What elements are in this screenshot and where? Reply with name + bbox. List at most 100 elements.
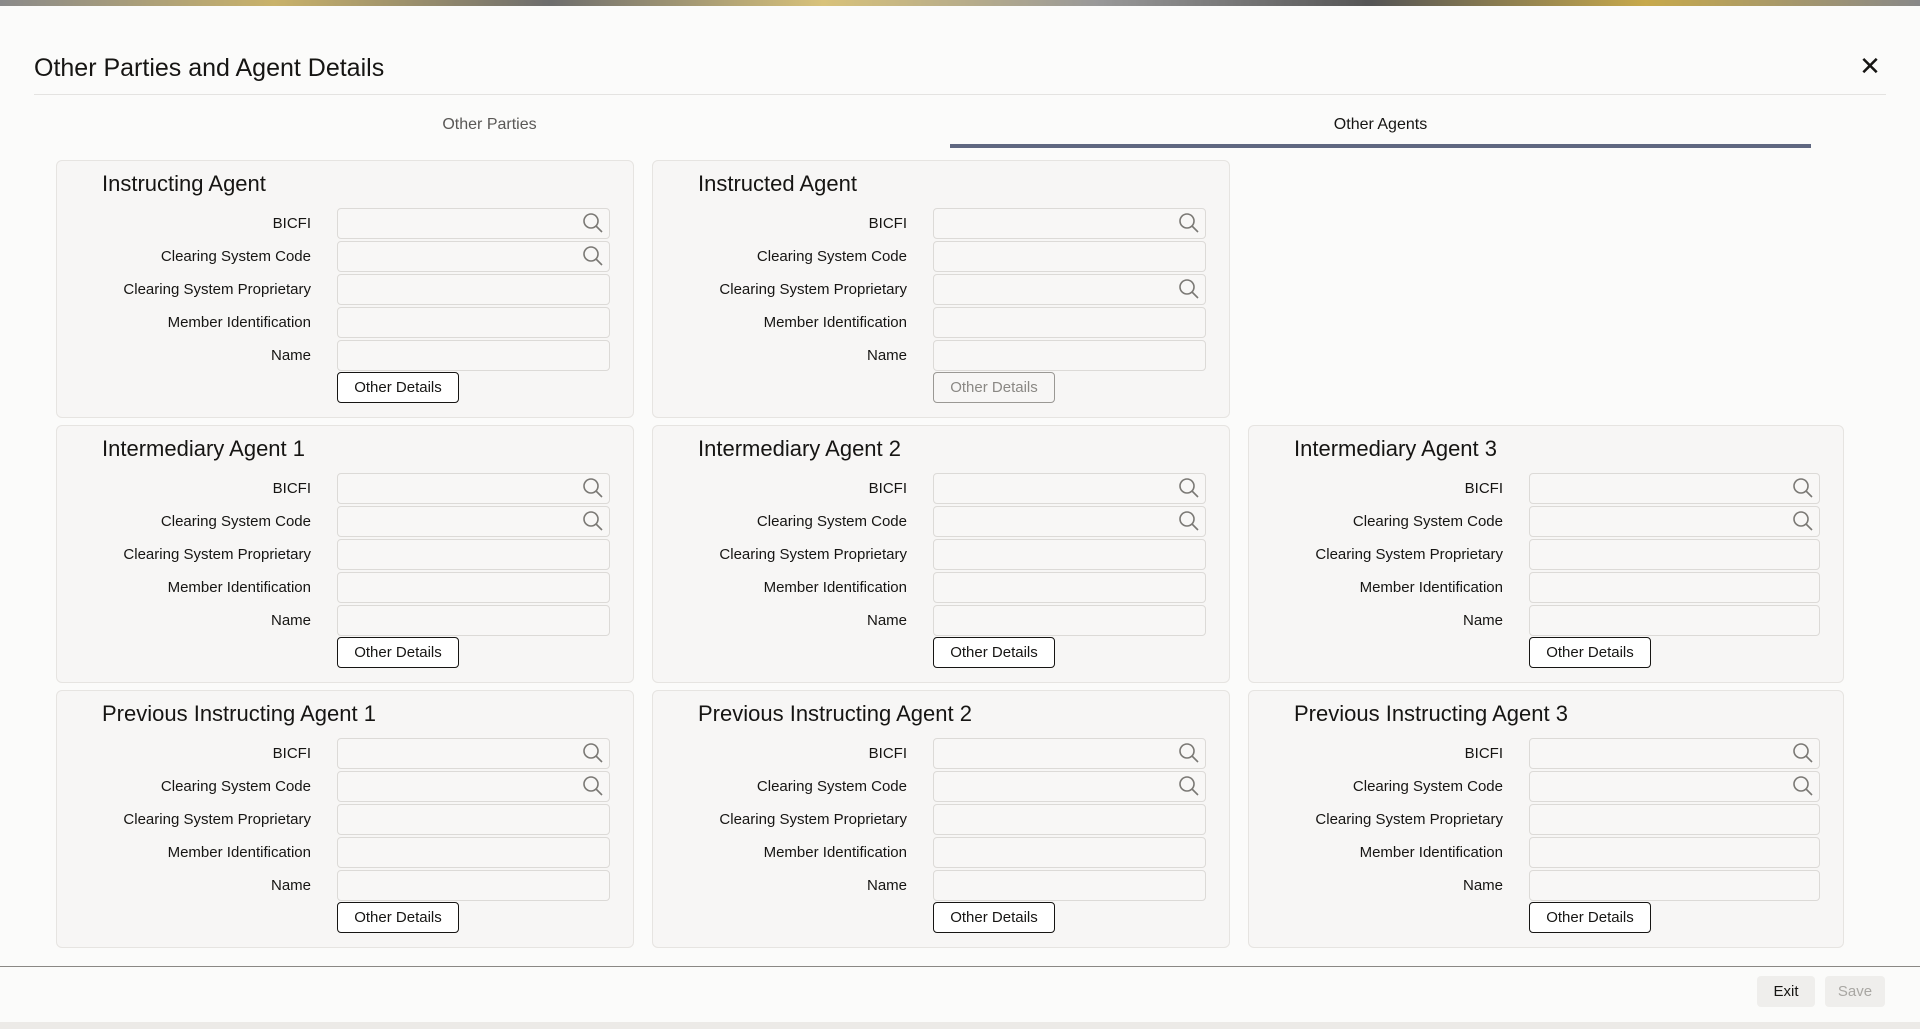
search-icon[interactable]: [1178, 278, 1200, 300]
other-details-button[interactable]: Other Details: [933, 902, 1055, 933]
field-input[interactable]: [337, 771, 610, 802]
field-input[interactable]: [933, 274, 1206, 305]
field-input[interactable]: [933, 241, 1206, 272]
field-input[interactable]: [337, 572, 610, 603]
agent-panel: Instructed Agent BICFI Clearing System Cod…: [652, 160, 1230, 418]
field-input[interactable]: [1529, 473, 1820, 504]
field-label: Clearing System Code: [160, 513, 311, 530]
panel-title: Instructing Agent: [102, 171, 266, 196]
field-label: Clearing System Code: [1352, 778, 1503, 795]
field-label: BICFI: [868, 480, 907, 497]
field-input[interactable]: [337, 340, 610, 371]
field-input[interactable]: [933, 804, 1206, 835]
field-input[interactable]: [337, 738, 610, 769]
search-icon[interactable]: [1792, 477, 1814, 499]
search-icon[interactable]: [1792, 775, 1814, 797]
field-label: BICFI: [272, 480, 311, 497]
agent-panel: Previous Instructing Agent 3 BICFI Clearin…: [1248, 690, 1844, 948]
field-label: Clearing System Proprietary: [719, 811, 907, 828]
field-label: Clearing System Code: [160, 778, 311, 795]
search-icon[interactable]: [1178, 212, 1200, 234]
field-input[interactable]: [1529, 605, 1820, 636]
field-input[interactable]: [933, 473, 1206, 504]
other-details-button[interactable]: Other Details: [337, 637, 459, 668]
field-label: Name: [866, 347, 907, 364]
field-input[interactable]: [933, 771, 1206, 802]
field-input[interactable]: [1529, 572, 1820, 603]
field-input[interactable]: [337, 605, 610, 636]
search-icon[interactable]: [582, 212, 604, 234]
field-input[interactable]: [933, 506, 1206, 537]
exit-button[interactable]: Exit: [1757, 976, 1815, 1007]
search-icon[interactable]: [582, 477, 604, 499]
other-details-button[interactable]: Other Details: [337, 372, 459, 403]
field-label: Clearing System Code: [1352, 513, 1503, 530]
field-input[interactable]: [1529, 506, 1820, 537]
field-label: BICFI: [868, 745, 907, 762]
field-input[interactable]: [933, 340, 1206, 371]
field-label: Member Identification: [763, 579, 907, 596]
field-label: Member Identification: [167, 314, 311, 331]
field-input[interactable]: [337, 473, 610, 504]
field-input[interactable]: [337, 804, 610, 835]
search-icon[interactable]: [1178, 510, 1200, 532]
field-input[interactable]: [337, 837, 610, 868]
search-icon[interactable]: [1178, 477, 1200, 499]
field-input[interactable]: [337, 307, 610, 338]
field-input[interactable]: [933, 572, 1206, 603]
close-icon[interactable]: ✕: [1856, 52, 1884, 80]
field-label: Name: [1462, 877, 1503, 894]
search-icon[interactable]: [582, 245, 604, 267]
search-icon[interactable]: [582, 775, 604, 797]
other-details-button[interactable]: Other Details: [337, 902, 459, 933]
field-label: Member Identification: [1359, 844, 1503, 861]
other-details-button[interactable]: Other Details: [1529, 637, 1651, 668]
tab-other-agents[interactable]: Other Agents: [950, 116, 1811, 148]
panel-title: Previous Instructing Agent 3: [1294, 701, 1568, 726]
field-label: Clearing System Proprietary: [123, 811, 311, 828]
field-input[interactable]: [933, 539, 1206, 570]
field-input[interactable]: [1529, 804, 1820, 835]
panel-title: Intermediary Agent 3: [1294, 436, 1498, 461]
field-label: BICFI: [868, 215, 907, 232]
search-icon[interactable]: [1792, 510, 1814, 532]
field-input[interactable]: [1529, 539, 1820, 570]
field-input[interactable]: [1529, 738, 1820, 769]
field-input[interactable]: [337, 506, 610, 537]
other-details-button[interactable]: Other Details: [1529, 902, 1651, 933]
field-input[interactable]: [337, 241, 610, 272]
agent-panel: Intermediary Agent 3 BICFI Clearing System…: [1248, 425, 1844, 683]
search-icon[interactable]: [1792, 742, 1814, 764]
tab-other-parties[interactable]: Other Parties: [59, 116, 920, 148]
search-icon[interactable]: [582, 510, 604, 532]
search-icon[interactable]: [582, 742, 604, 764]
field-input[interactable]: [933, 837, 1206, 868]
field-input[interactable]: [337, 870, 610, 901]
field-input[interactable]: [933, 605, 1206, 636]
save-button[interactable]: Save: [1825, 976, 1885, 1007]
field-input[interactable]: [337, 274, 610, 305]
field-input[interactable]: [933, 208, 1206, 239]
search-icon[interactable]: [1178, 742, 1200, 764]
panel-title: Intermediary Agent 2: [698, 436, 902, 461]
other-details-button[interactable]: Other Details: [933, 372, 1055, 403]
other-details-button[interactable]: Other Details: [933, 637, 1055, 668]
panel-title: Instructed Agent: [698, 171, 857, 196]
field-input[interactable]: [933, 870, 1206, 901]
agent-panel: Intermediary Agent 1 BICFI Clearing System…: [56, 425, 634, 683]
field-label: Name: [270, 347, 311, 364]
field-label: BICFI: [272, 215, 311, 232]
field-input[interactable]: [1529, 771, 1820, 802]
search-icon[interactable]: [1178, 775, 1200, 797]
field-label: BICFI: [1464, 480, 1503, 497]
field-input[interactable]: [933, 307, 1206, 338]
field-input[interactable]: [1529, 837, 1820, 868]
field-input[interactable]: [337, 208, 610, 239]
field-label: Clearing System Proprietary: [123, 546, 311, 563]
field-input[interactable]: [1529, 870, 1820, 901]
field-label: Member Identification: [763, 844, 907, 861]
field-input[interactable]: [933, 738, 1206, 769]
field-label: Clearing System Code: [756, 778, 907, 795]
field-label: Clearing System Code: [160, 248, 311, 265]
field-input[interactable]: [337, 539, 610, 570]
